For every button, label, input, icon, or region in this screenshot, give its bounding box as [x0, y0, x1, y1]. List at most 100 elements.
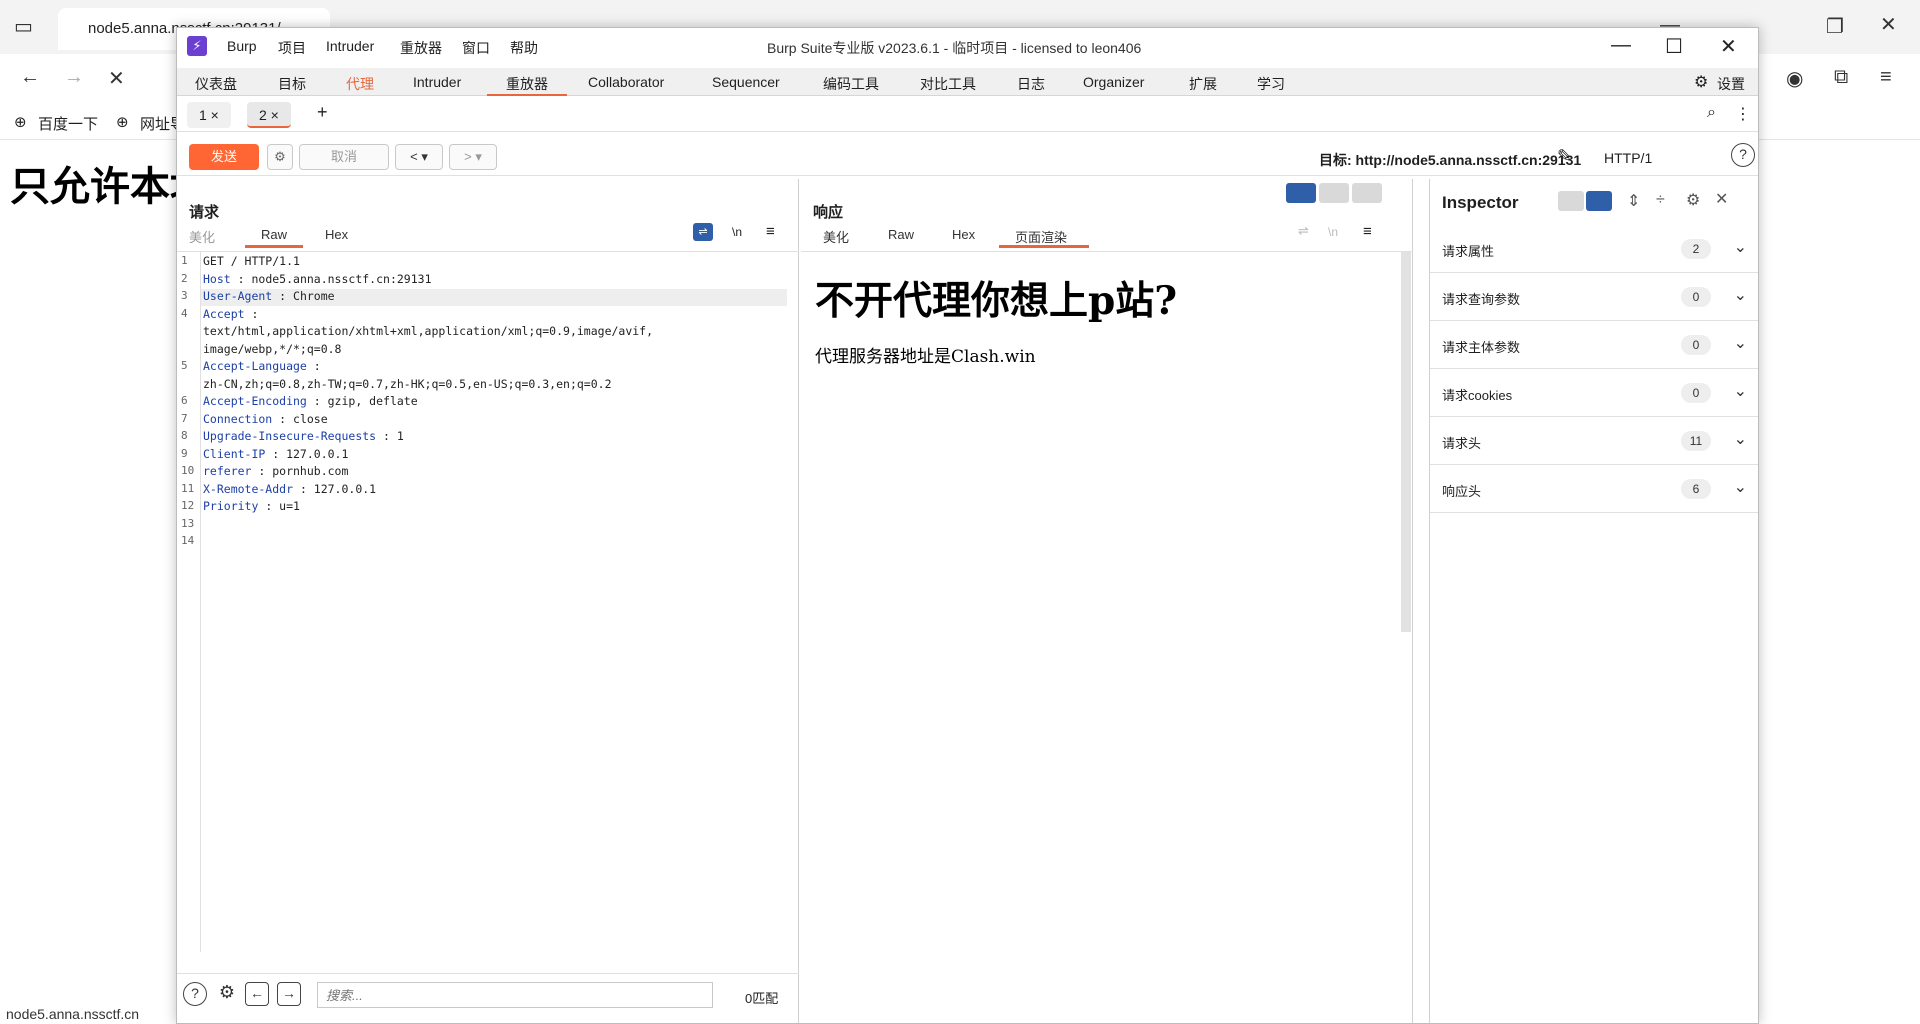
newline-icon[interactable]: \n — [1328, 225, 1338, 239]
newline-icon[interactable]: \n — [732, 225, 742, 239]
request-editor[interactable]: 1 2 3 4 5 6 7 8 9 10 11 12 13 14 GET / HTTP/1.1 Host :… — [177, 251, 799, 952]
subtab-2[interactable]: 2 × — [247, 102, 291, 128]
cancel-button[interactable]: 取消 — [299, 144, 389, 170]
chevron-down-icon[interactable]: ⌄ — [1734, 381, 1747, 401]
request-panel: 请求 美化 Raw Hex ⇌ \n ≡ 1 2 3 4 5 6 7 8 9 10 11 12 13 14… — [177, 179, 799, 1023]
tab-proxy[interactable]: 代理 — [346, 74, 374, 94]
req-tab-hex[interactable]: Hex — [325, 227, 348, 242]
layout-side-by-side-icon[interactable] — [1286, 183, 1316, 203]
history-back-icon[interactable]: < ▾ — [395, 144, 443, 170]
search-icon[interactable]: ⌕ — [1707, 104, 1716, 122]
response-title: 响应 — [813, 204, 844, 221]
globe-icon: ⊕ — [14, 114, 27, 131]
line-number: 13 — [181, 516, 195, 530]
gear-icon[interactable]: ⚙ — [1686, 190, 1700, 210]
menu-burp[interactable]: Burp — [227, 38, 257, 54]
word-wrap-icon[interactable]: ⇌ — [1298, 223, 1309, 239]
resp-tab-pretty[interactable]: 美化 — [823, 227, 849, 246]
resp-tab-hex[interactable]: Hex — [952, 227, 975, 242]
tab-sequencer[interactable]: Sequencer — [712, 74, 780, 90]
inspector-layout-left-icon[interactable] — [1558, 191, 1584, 211]
chevron-down-icon[interactable]: ⌄ — [1734, 333, 1747, 353]
close-icon[interactable]: ✕ — [1720, 34, 1737, 59]
forward-icon[interactable]: → — [64, 66, 84, 89]
bookmark-0[interactable]: 百度一下 — [38, 113, 98, 134]
inspector-section[interactable]: 请求头 11 ⌄ — [1430, 417, 1758, 465]
chevron-down-icon[interactable]: ⌄ — [1734, 285, 1747, 305]
prev-match-icon[interactable]: ← — [245, 982, 269, 1006]
more-icon[interactable]: ⋮ — [1735, 104, 1751, 124]
line-number: 12 — [181, 499, 195, 512]
gear-icon[interactable]: ⚙ — [215, 982, 239, 1006]
req-active-tab-indicator — [245, 245, 303, 248]
tab-extensions[interactable]: 扩展 — [1189, 74, 1217, 94]
back-icon[interactable]: ← — [20, 66, 40, 89]
settings-label[interactable]: 设置 — [1717, 74, 1745, 94]
menu-project[interactable]: 项目 — [278, 38, 306, 58]
tab-logger[interactable]: 日志 — [1017, 74, 1045, 94]
restore-icon[interactable]: ❐ — [1826, 14, 1844, 39]
account-icon[interactable]: ◉ — [1786, 66, 1803, 91]
tab-collaborator[interactable]: Collaborator — [588, 74, 664, 90]
tab-intruder[interactable]: Intruder — [413, 74, 461, 90]
menu-intruder[interactable]: Intruder — [326, 38, 374, 54]
tab-target[interactable]: 目标 — [278, 74, 306, 94]
match-count: 0匹配 — [745, 991, 779, 1006]
inspector-section[interactable]: 请求查询参数 0 ⌄ — [1430, 273, 1758, 321]
stop-icon[interactable]: ✕ — [108, 66, 125, 91]
close-icon[interactable]: ✕ — [1715, 189, 1728, 209]
menu-icon[interactable]: ≡ — [766, 223, 775, 240]
header-name: Accept-Language — [203, 359, 307, 373]
menu-icon[interactable]: ≡ — [1880, 66, 1892, 89]
add-tab-icon[interactable]: + — [317, 102, 328, 123]
tab-organizer[interactable]: Organizer — [1083, 74, 1144, 90]
chevron-down-icon[interactable]: ⌄ — [1734, 237, 1747, 257]
next-match-icon[interactable]: → — [277, 982, 301, 1006]
history-forward-icon[interactable]: > ▾ — [449, 144, 497, 170]
resp-tab-render[interactable]: 页面渲染 — [1015, 227, 1067, 246]
menu-help[interactable]: 帮助 — [510, 38, 538, 58]
edit-icon[interactable]: ✎ — [1557, 146, 1572, 167]
menu-repeater[interactable]: 重放器 — [400, 38, 442, 58]
help-icon[interactable]: ? — [183, 982, 207, 1006]
tab-list-icon[interactable]: ▭ — [14, 14, 33, 39]
scrollbar[interactable] — [1401, 252, 1411, 632]
inspector-section[interactable]: 响应头 6 ⌄ — [1430, 465, 1758, 513]
tab-repeater[interactable]: 重放器 — [506, 74, 548, 94]
close-icon[interactable]: ✕ — [1880, 12, 1897, 37]
extensions-icon[interactable]: ⧉ — [1834, 66, 1848, 89]
header-value: : 1 — [376, 429, 404, 443]
inspector-section[interactable]: 请求主体参数 0 ⌄ — [1430, 321, 1758, 369]
tab-decoder[interactable]: 编码工具 — [823, 74, 879, 94]
http-version-toggle[interactable]: HTTP/1 — [1604, 150, 1652, 166]
header-value: zh-CN,zh;q=0.8,zh-TW;q=0.7,zh-HK;q=0.5,e… — [203, 376, 612, 391]
menu-icon[interactable]: ≡ — [1363, 223, 1372, 240]
collapse-all-icon[interactable]: ÷ — [1656, 191, 1665, 209]
req-tab-raw[interactable]: Raw — [261, 227, 287, 242]
word-wrap-icon[interactable]: ⇌ — [693, 223, 713, 241]
layout-tabs-icon[interactable] — [1352, 183, 1382, 203]
maximize-icon[interactable]: ☐ — [1665, 34, 1683, 59]
inspector-layout-right-icon[interactable] — [1586, 191, 1612, 211]
chevron-down-icon[interactable]: ⌄ — [1734, 477, 1747, 497]
render-text: 代理服务器地址是Clash.win — [815, 347, 1036, 367]
inspector-section[interactable]: 请求属性 2 ⌄ — [1430, 225, 1758, 273]
chevron-down-icon[interactable]: ⌄ — [1734, 429, 1747, 449]
tab-dashboard[interactable]: 仪表盘 — [195, 74, 237, 94]
resp-tab-raw[interactable]: Raw — [888, 227, 914, 242]
minimize-icon[interactable]: — — [1611, 34, 1631, 57]
header-value: GET / HTTP/1.1 — [203, 254, 300, 268]
search-input[interactable] — [317, 982, 713, 1008]
help-icon[interactable]: ? — [1731, 143, 1755, 167]
tab-learn[interactable]: 学习 — [1257, 74, 1285, 94]
subtab-1[interactable]: 1 × — [187, 102, 231, 128]
menu-window[interactable]: 窗口 — [462, 38, 490, 58]
gear-icon[interactable]: ⚙ — [1694, 72, 1708, 92]
layout-stacked-icon[interactable] — [1319, 183, 1349, 203]
tab-comparer[interactable]: 对比工具 — [920, 74, 976, 94]
send-button[interactable]: 发送 — [189, 144, 259, 170]
gear-icon[interactable]: ⚙ — [267, 144, 293, 170]
req-tab-pretty[interactable]: 美化 — [189, 227, 215, 246]
inspector-section[interactable]: 请求cookies 0 ⌄ — [1430, 369, 1758, 417]
expand-all-icon[interactable]: ⇕ — [1627, 191, 1640, 211]
